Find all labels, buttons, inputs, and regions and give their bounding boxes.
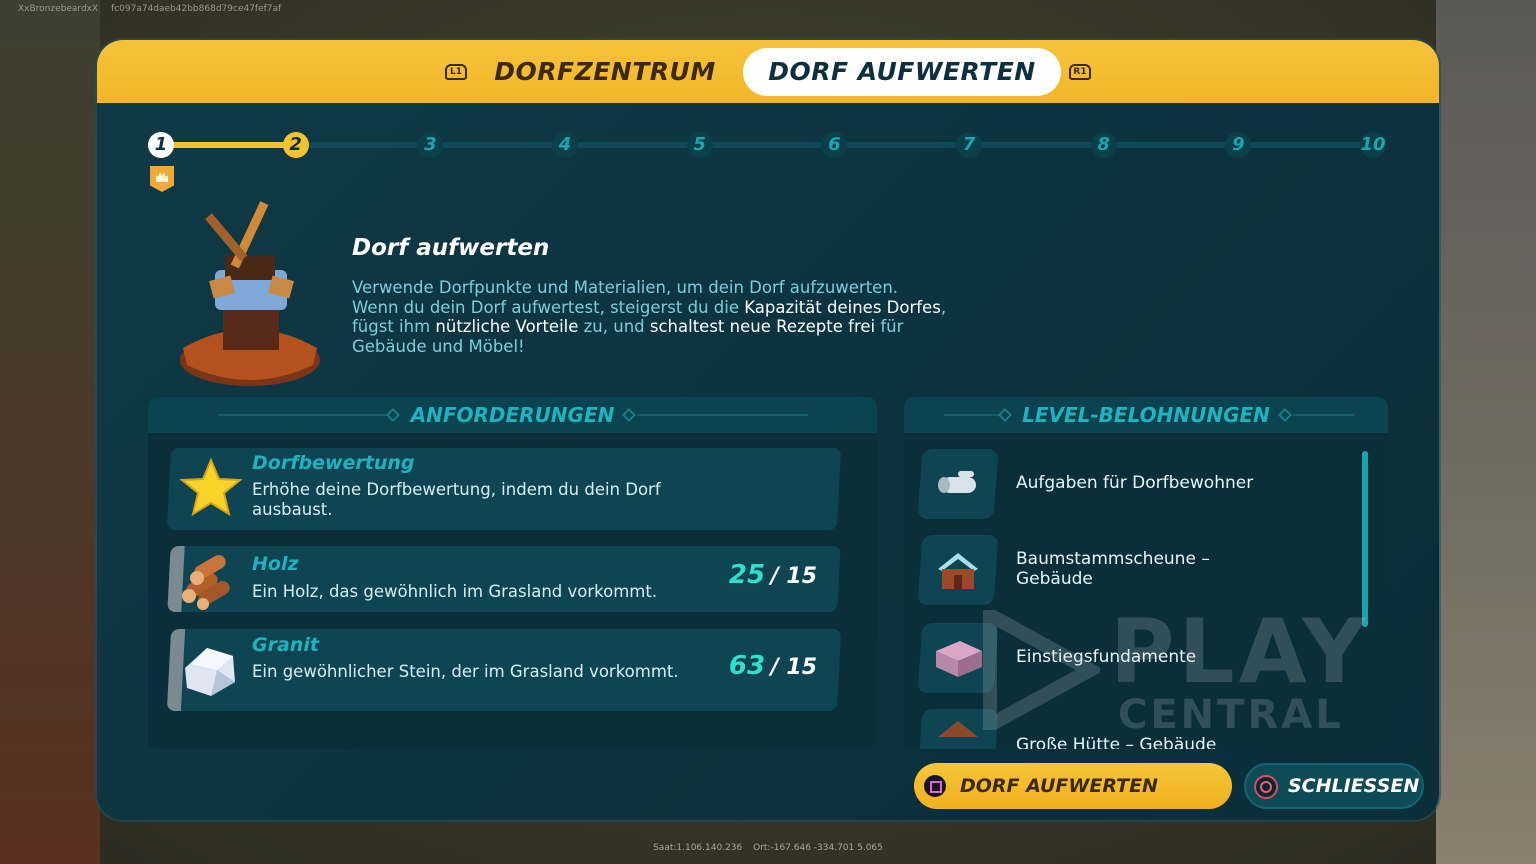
current-level-badge-icon <box>150 166 174 192</box>
need-count: / 15 <box>770 564 817 589</box>
village-upgrade-panel: L1 DORFZENTRUM DORF AUFWERTEN R1 1 2 3 4 5 6 7… <box>97 40 1439 820</box>
barn-icon <box>938 553 978 589</box>
rewards-scrollbar[interactable] <box>1362 451 1368 627</box>
rewards-header: LEVEL-BELOHNUNGEN <box>904 397 1388 433</box>
tab-dorfzentrum[interactable]: DORFZENTRUM <box>485 48 725 96</box>
reward-item[interactable]: Große Hütte – Gebäude <box>917 709 1360 749</box>
need-count: / 15 <box>770 655 817 680</box>
username-label: XxBronzebeardxX <box>18 4 99 14</box>
requirement-name: Holz <box>252 553 299 575</box>
level-step-5: 5 <box>686 132 713 158</box>
requirement-name: Dorfbewertung <box>252 452 415 474</box>
intro-line-4: Gebäude und Möbel! <box>352 336 525 356</box>
village-totem-icon <box>180 201 320 386</box>
level-step-10: 10 <box>1360 132 1386 158</box>
reward-label: Baumstammscheune – Gebäude <box>1016 549 1210 589</box>
requirements-header: ANFORDERUNGEN <box>148 397 877 433</box>
level-progress-fill <box>161 142 296 148</box>
reward-item[interactable]: Einstiegsfundamente <box>917 623 1360 693</box>
hut-icon <box>938 721 978 737</box>
reward-item[interactable]: Baumstammscheune – Gebäude <box>917 535 1360 605</box>
circle-button-icon <box>1254 775 1278 799</box>
requirement-count: 25 / 15 <box>677 560 817 590</box>
background-right <box>1436 0 1536 864</box>
requirement-description: Ein Holz, das gewöhnlich im Grasland vor… <box>252 582 658 601</box>
rewards-heading: LEVEL-BELOHNUNGEN <box>1022 403 1270 427</box>
have-count: 25 <box>728 560 766 590</box>
rewards-section: LEVEL-BELOHNUNGEN Aufgaben für Dorfbewoh… <box>904 397 1388 749</box>
level-step-2: 2 <box>282 132 309 158</box>
panel-header: L1 DORFZENTRUM DORF AUFWERTEN R1 <box>97 40 1439 103</box>
diamond-left-icon <box>385 407 401 423</box>
close-button[interactable]: SCHLIESSEN <box>1244 763 1424 809</box>
reward-label: Einstiegsfundamente <box>1016 647 1197 667</box>
have-count: 63 <box>728 651 766 681</box>
level-progress-track <box>161 142 1373 148</box>
upgrade-button-label: DORF AUFWERTEN <box>960 775 1158 797</box>
requirement-name: Granit <box>252 634 319 656</box>
wood-logs-icon <box>182 555 230 610</box>
tab-dorf-aufwerten[interactable]: DORF AUFWERTEN <box>743 48 1061 96</box>
location-label: Ort:-167.646 -334.701 5.065 <box>753 843 883 853</box>
upgrade-village-button[interactable]: DORF AUFWERTEN <box>914 763 1232 809</box>
background-left <box>0 0 100 864</box>
intro-line-3: fügst ihm nützliche Vorteile zu, und sch… <box>352 317 904 336</box>
intro-line-1: Verwende Dorfpunkte und Materialien, um … <box>352 278 899 297</box>
l1-button-icon[interactable]: L1 <box>445 64 467 80</box>
intro-description: Verwende Dorfpunkte und Materialien, um … <box>352 278 992 356</box>
level-step-8: 8 <box>1090 132 1117 158</box>
close-button-label: SCHLIESSEN <box>1288 775 1420 797</box>
diamond-right-icon <box>621 407 637 423</box>
level-step-6: 6 <box>821 132 848 158</box>
level-step-4: 4 <box>552 132 578 158</box>
requirement-description: Ein gewöhnlicher Stein, der im Grasland … <box>252 662 679 681</box>
square-button-icon <box>924 775 946 797</box>
debug-overlay-bottom: Saat:1.106.140.236 Ort:-167.646 -334.701… <box>0 843 1536 853</box>
intro-title: Dorf aufwerten <box>352 235 550 261</box>
level-step-3: 3 <box>417 132 444 158</box>
intro-line-2: Wenn du dein Dorf aufwertest, steigerst … <box>352 297 947 317</box>
level-step-1: 1 <box>148 132 174 158</box>
diamond-left-icon <box>997 407 1013 423</box>
debug-overlay-top: XxBronzebeardxX fc097a74daeb42bb868d79ce… <box>18 4 291 14</box>
r1-button-icon[interactable]: R1 <box>1069 64 1091 80</box>
level-step-9: 9 <box>1225 132 1252 158</box>
diamond-right-icon <box>1277 407 1293 423</box>
session-id-label: fc097a74daeb42bb868d79ce47fef7af <box>111 4 282 14</box>
level-step-7: 7 <box>956 132 982 158</box>
reward-label: Aufgaben für Dorfbewohner <box>1016 473 1254 493</box>
foundation-icon <box>936 641 982 677</box>
star-icon <box>179 457 243 517</box>
reward-item[interactable]: Aufgaben für Dorfbewohner <box>917 449 1360 519</box>
reward-label: Große Hütte – Gebäude <box>1016 735 1217 749</box>
task-log-icon <box>938 471 976 493</box>
seed-label: Saat:1.106.140.236 <box>653 843 743 853</box>
requirements-heading: ANFORDERUNGEN <box>410 403 615 427</box>
requirement-description: Erhöhe deine Dorfbewertung, indem du dei… <box>252 480 661 519</box>
requirement-count: 63 / 15 <box>677 651 817 681</box>
granite-icon <box>185 648 235 696</box>
